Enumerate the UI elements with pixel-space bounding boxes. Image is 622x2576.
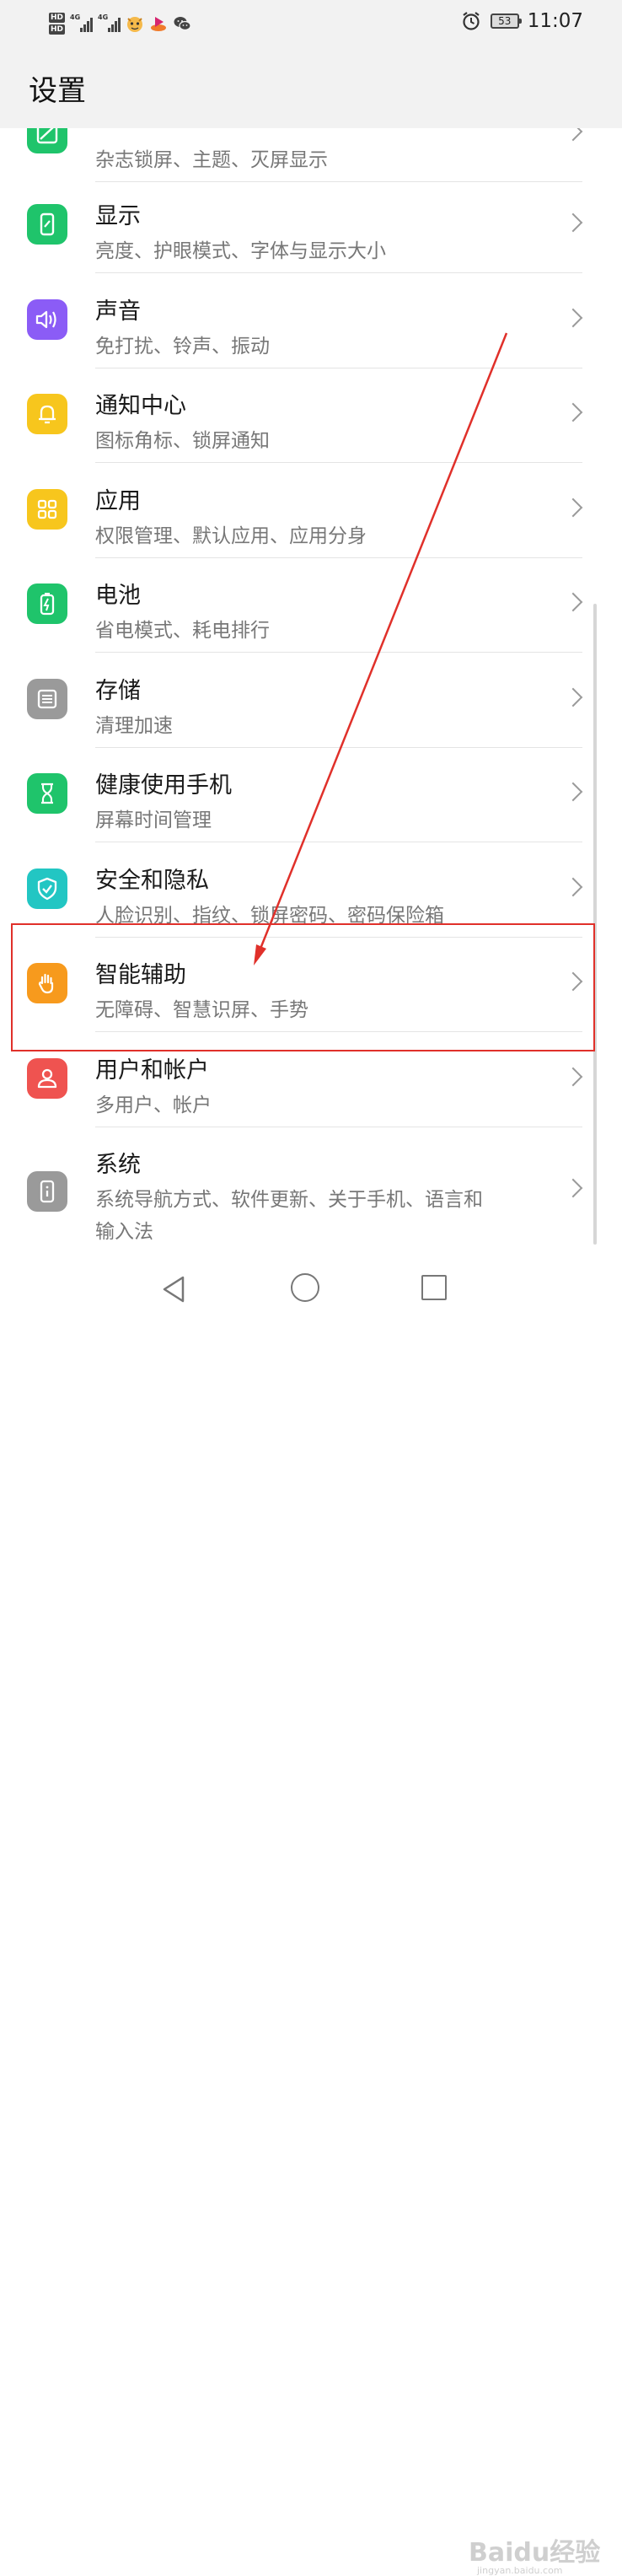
settings-item-title: 用户和帐户: [95, 1057, 209, 1084]
settings-list[interactable]: 杂志锁屏、主题、灭屏显示 显示 亮度、护眼模式、字体与显示大小 声音 免打扰、铃…: [0, 128, 622, 1258]
recent-apps-icon[interactable]: [421, 1275, 447, 1300]
sound-icon: [27, 299, 67, 340]
settings-item-title: 存储: [95, 678, 141, 704]
settings-item-subtitle: 屏幕时间管理: [95, 809, 212, 831]
back-icon[interactable]: [160, 1275, 187, 1304]
home-icon[interactable]: [291, 1273, 319, 1302]
watermark-url: jingyan.baidu.com: [477, 2565, 563, 2576]
status-bar: HD HD 4G 4G 53 11:07: [0, 0, 622, 47]
settings-item-subtitle: 杂志锁屏、主题、灭屏显示: [95, 149, 328, 171]
wechat-icon: [174, 17, 191, 31]
status-right: 53 11:07: [460, 10, 583, 32]
chevron-right-icon: [563, 402, 583, 422]
alarm-icon: [463, 12, 480, 30]
page-title: 设置: [29, 74, 86, 108]
bell-icon: [27, 394, 67, 434]
settings-item-subtitle: 系统导航方式、软件更新、关于手机、语言和: [95, 1189, 483, 1211]
settings-item-subtitle: 权限管理、默认应用、应用分身: [95, 525, 367, 547]
settings-item-apps[interactable]: 应用 权限管理、默认应用、应用分身: [0, 464, 622, 558]
settings-item-battery[interactable]: 电池 省电模式、耗电排行: [0, 558, 622, 653]
chevron-right-icon: [563, 1067, 583, 1087]
chevron-right-icon: [563, 128, 583, 142]
settings-item-subtitle: 免打扰、铃声、振动: [95, 336, 270, 358]
settings-item-notifications[interactable]: 通知中心 图标角标、锁屏通知: [0, 368, 622, 463]
network-type-2: 4G: [98, 13, 109, 21]
apps-grid-icon: [27, 489, 67, 530]
storage-icon: [27, 679, 67, 719]
settings-item-title: 应用: [95, 488, 141, 514]
settings-item-title: 声音: [95, 298, 141, 325]
divider: [95, 272, 582, 273]
settings-item-digital-balance[interactable]: 健康使用手机 屏幕时间管理: [0, 748, 622, 842]
page-header: 设置: [0, 47, 622, 128]
settings-item-subtitle: 亮度、护眼模式、字体与显示大小: [95, 240, 386, 262]
settings-item-subtitle: 多用户、帐户: [95, 1094, 212, 1116]
settings-item-storage[interactable]: 存储 清理加速: [0, 653, 622, 748]
divider: [95, 652, 582, 653]
hourglass-icon: [27, 773, 67, 814]
settings-item-subtitle: 省电模式、耗电排行: [95, 620, 270, 642]
settings-item-title: 电池: [95, 583, 141, 609]
display-icon: [27, 204, 67, 245]
settings-item-subtitle: 图标角标、锁屏通知: [95, 430, 270, 452]
settings-item-title: 安全和隐私: [95, 868, 209, 894]
video-app-icon: [151, 17, 167, 31]
phone-info-icon: [27, 1171, 67, 1212]
wallpaper-icon: [27, 128, 67, 153]
divider: [95, 462, 582, 463]
battery-icon: [27, 583, 67, 624]
settings-item-display[interactable]: 显示 亮度、护眼模式、字体与显示大小: [0, 179, 622, 273]
settings-item-title: 通知中心: [95, 393, 186, 419]
watermark-logo: Baidu经验: [469, 2538, 601, 2568]
chevron-right-icon: [563, 497, 583, 518]
settings-item-subtitle: 清理加速: [95, 715, 173, 737]
settings-item-home-screen[interactable]: 杂志锁屏、主题、灭屏显示: [0, 128, 622, 182]
hd-badge-1: HD: [49, 13, 66, 23]
status-clock: 11:07: [527, 10, 583, 32]
user-icon: [27, 1058, 67, 1099]
settings-item-subtitle-line2: 输入法: [95, 1221, 153, 1243]
chevron-right-icon: [563, 687, 583, 707]
signal-icon-1: 4G: [70, 13, 94, 32]
settings-item-sound[interactable]: 声音 免打扰、铃声、振动: [0, 274, 622, 368]
chevron-right-icon: [563, 592, 583, 612]
tiger-app-icon: [127, 17, 143, 32]
hd-badge-2: HD: [49, 24, 66, 35]
hd-indicators: HD HD: [49, 13, 66, 35]
chevron-right-icon: [563, 782, 583, 802]
settings-item-title: 显示: [95, 203, 141, 229]
settings-item-title: 健康使用手机: [95, 772, 232, 799]
chevron-right-icon: [563, 308, 583, 328]
settings-item-system[interactable]: 系统 系统导航方式、软件更新、关于手机、语言和 输入法: [0, 1127, 622, 1254]
highlight-box: [11, 923, 595, 1051]
signal-icon-2: 4G: [98, 13, 121, 32]
network-type-1: 4G: [70, 13, 81, 21]
navigation-bar: Baidu经验 jingyan.baidu.com: [0, 1258, 622, 2576]
chevron-right-icon: [563, 212, 583, 233]
status-left: HD HD 4G 4G: [49, 7, 191, 40]
shield-icon: [27, 869, 67, 909]
settings-item-title: 系统: [95, 1152, 141, 1178]
chevron-right-icon: [563, 877, 583, 897]
chevron-right-icon: [563, 1178, 583, 1198]
battery-indicator: 53: [490, 13, 522, 29]
